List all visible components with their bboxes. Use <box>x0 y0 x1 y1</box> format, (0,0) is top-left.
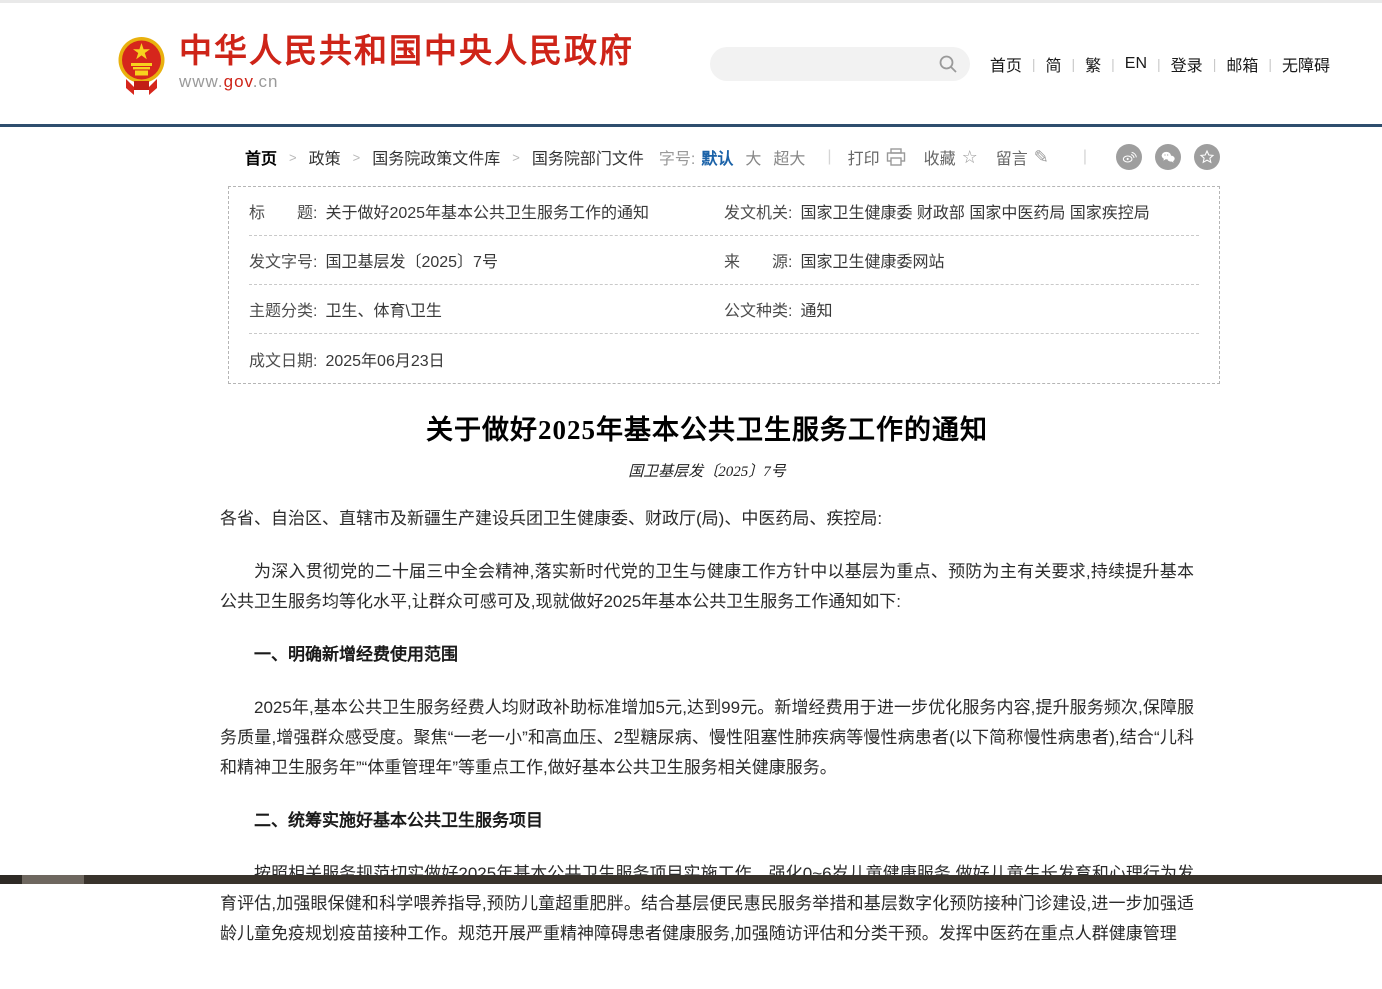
site-title: 中华人民共和国中央人民政府 <box>179 33 634 69</box>
article: 关于做好2025年基本公共卫生服务工作的通知 国卫基层发〔2025〕7号 各省、… <box>220 408 1194 989</box>
meta-row-date: 成文日期: 2025年06月23日 <box>249 334 1199 383</box>
paragraph-section-1: 2025年,基本公共卫生服务经费人均财政补助标准增加5元,达到99元。新增经费用… <box>220 693 1194 783</box>
meta-label-date: 成文日期: <box>249 347 317 371</box>
document-title: 关于做好2025年基本公共卫生服务工作的通知 <box>220 408 1194 447</box>
header-divider <box>0 124 1382 127</box>
search-input[interactable] <box>710 49 938 79</box>
font-size-xlarge-button[interactable]: 超大 <box>773 145 805 169</box>
nav-separator: | <box>1032 56 1036 72</box>
nav-separator: | <box>1268 56 1272 72</box>
bottom-bar-segment <box>0 875 22 884</box>
print-button[interactable]: 打印 <box>848 145 906 169</box>
meta-label-issuing-agency: 发文机关: <box>724 199 792 223</box>
document-number: 国卫基层发〔2025〕7号 <box>220 460 1194 481</box>
printer-icon <box>886 148 906 166</box>
meta-value-date: 2025年06月23日 <box>325 347 444 371</box>
share-icons <box>1103 144 1220 170</box>
toolbar-separator: | <box>1083 148 1087 166</box>
comment-button[interactable]: 留言 ✎ <box>996 145 1049 169</box>
favorite-button[interactable]: 收藏 ☆ <box>924 145 978 169</box>
breadcrumb-item-library[interactable]: 国务院政策文件库 <box>372 145 500 169</box>
document-toolbar: 字号: 默认 大 超大 | 打印 收藏 ☆ <box>659 144 1220 170</box>
nav-home[interactable]: 首页 <box>988 52 1024 76</box>
toolbar-separator: | <box>827 148 831 166</box>
meta-label-doc-type: 公文种类: <box>724 297 792 321</box>
chevron-right-icon: > <box>289 150 297 165</box>
pencil-icon: ✎ <box>1034 148 1049 166</box>
breadcrumb: 首页 > 政策 > 国务院政策文件库 > 国务院部门文件 <box>228 145 644 169</box>
nav-separator: | <box>1213 56 1217 72</box>
section-heading-2: 二、统筹实施好基本公共卫生服务项目 <box>220 806 1194 836</box>
nav-mail[interactable]: 邮箱 <box>1224 52 1260 76</box>
nav-separator: | <box>1072 56 1076 72</box>
nav-separator: | <box>1157 56 1161 72</box>
site-logo[interactable]: 中华人民共和国中央人民政府 www.gov.cn <box>118 33 634 95</box>
top-nav: 首页 | 简 | 繁 | EN | 登录 | 邮箱 | 无障碍 <box>988 52 1332 76</box>
nav-login[interactable]: 登录 <box>1169 52 1205 76</box>
content-column: 首页 > 政策 > 国务院政策文件库 > 国务院部门文件 字号: 默认 大 超大… <box>228 146 1220 989</box>
url-gov: gov <box>224 72 253 91</box>
paragraph-intro: 为深入贯彻党的二十届三中全会精神,落实新时代党的卫生与健康工作方针中以基层为重点… <box>220 557 1194 617</box>
font-size-large-button[interactable]: 大 <box>745 145 761 169</box>
nav-simplified[interactable]: 简 <box>1043 52 1063 76</box>
meta-value-doc-number: 国卫基层发〔2025〕7号 <box>325 248 498 272</box>
meta-value-doc-type: 通知 <box>800 297 832 321</box>
print-label: 打印 <box>848 145 880 169</box>
meta-value-title: 关于做好2025年基本公共卫生服务工作的通知 <box>325 199 649 223</box>
section-heading-1: 一、明确新增经费使用范围 <box>220 640 1194 670</box>
breadcrumb-item-policy[interactable]: 政策 <box>309 145 341 169</box>
paragraph-section-2: 按照相关服务规范切实做好2025年基本公共卫生服务项目实施工作。强化0~6岁儿童… <box>220 859 1194 949</box>
paragraph-salutation: 各省、自治区、直辖市及新疆生产建设兵团卫生健康委、财政厅(局)、中医药局、疾控局… <box>220 504 1194 534</box>
site-header: 中华人民共和国中央人民政府 www.gov.cn 首页 | 简 | 繁 | EN | 登… <box>0 3 1382 124</box>
meta-label-title: 标 题: <box>249 199 317 223</box>
bottom-edge-bar <box>0 875 1382 884</box>
search-icon[interactable] <box>938 54 958 74</box>
url-www: www. <box>179 72 224 91</box>
url-cn: .cn <box>253 72 279 91</box>
site-url: www.gov.cn <box>179 72 634 92</box>
meta-row-category-type: 主题分类: 卫生、体育\卫生 公文种类: 通知 <box>249 285 1199 334</box>
document-meta-table: 标 题: 关于做好2025年基本公共卫生服务工作的通知 发文机关: 国家卫生健康… <box>228 186 1220 384</box>
font-size-default-button[interactable]: 默认 <box>701 145 733 169</box>
meta-value-category: 卫生、体育\卫生 <box>325 297 441 321</box>
nav-accessibility[interactable]: 无障碍 <box>1280 52 1332 76</box>
breadcrumb-item-home[interactable]: 首页 <box>245 145 277 169</box>
qzone-share-icon[interactable] <box>1194 144 1220 170</box>
chevron-right-icon: > <box>512 150 520 165</box>
meta-label-category: 主题分类: <box>249 297 317 321</box>
star-outline-icon: ☆ <box>962 148 978 166</box>
favorite-label: 收藏 <box>924 145 956 169</box>
bottom-bar-segment <box>22 875 84 884</box>
page: 中华人民共和国中央人民政府 www.gov.cn 首页 | 简 | 繁 | EN | 登… <box>0 0 1382 884</box>
meta-value-source: 国家卫生健康委网站 <box>800 248 944 272</box>
comment-label: 留言 <box>996 145 1028 169</box>
search-box[interactable] <box>710 47 970 81</box>
meta-row-title-agency: 标 题: 关于做好2025年基本公共卫生服务工作的通知 发文机关: 国家卫生健康… <box>249 187 1199 236</box>
wechat-share-icon[interactable] <box>1155 144 1181 170</box>
chevron-right-icon: > <box>353 150 361 165</box>
meta-value-issuing-agency: 国家卫生健康委 财政部 国家中医药局 国家疾控局 <box>800 199 1149 223</box>
site-title-block: 中华人民共和国中央人民政府 www.gov.cn <box>179 33 634 92</box>
breadcrumb-item-department-docs[interactable]: 国务院部门文件 <box>532 145 644 169</box>
font-size-label: 字号: <box>659 145 695 169</box>
nav-traditional[interactable]: 繁 <box>1083 52 1103 76</box>
weibo-share-icon[interactable] <box>1116 144 1142 170</box>
meta-row-number-source: 发文字号: 国卫基层发〔2025〕7号 来 源: 国家卫生健康委网站 <box>249 236 1199 285</box>
meta-label-source: 来 源: <box>724 248 792 272</box>
nav-separator: | <box>1111 56 1115 72</box>
breadcrumb-toolbar-row: 首页 > 政策 > 国务院政策文件库 > 国务院部门文件 字号: 默认 大 超大… <box>228 146 1220 168</box>
national-emblem-icon <box>118 35 165 95</box>
nav-english[interactable]: EN <box>1123 55 1149 73</box>
meta-label-doc-number: 发文字号: <box>249 248 317 272</box>
